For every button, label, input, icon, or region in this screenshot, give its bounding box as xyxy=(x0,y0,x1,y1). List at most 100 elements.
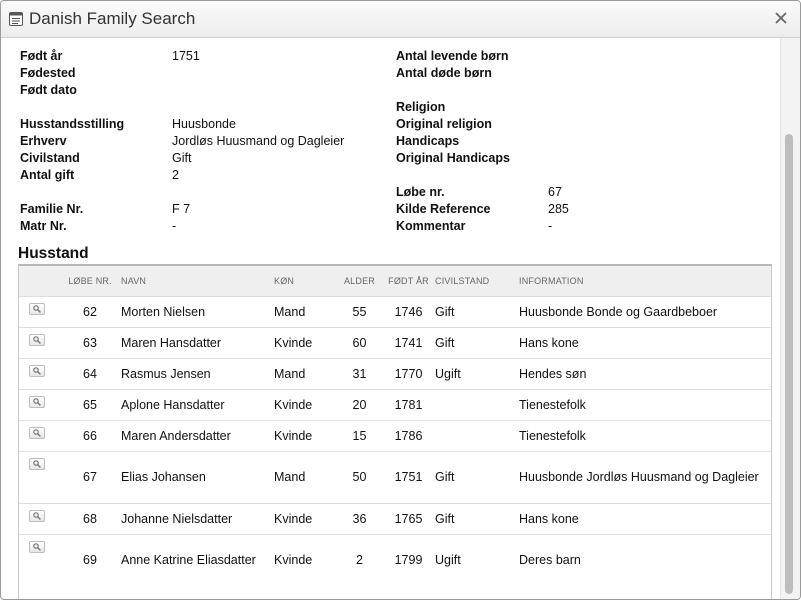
table-row[interactable]: 66 Maren Andersdatter Kvinde 15 1786 Tieneste… xyxy=(19,419,771,451)
view-details-button[interactable] xyxy=(29,540,45,553)
cell-information: Deres barn xyxy=(519,533,771,586)
cell-fodt-aar: 1799 xyxy=(382,533,435,586)
table-row[interactable]: 62 Morten Nielsen Mand 55 1746 Gift Huusbonde … xyxy=(19,295,771,327)
cell-kon: Kvinde xyxy=(274,326,337,358)
label-fodt-dato: Født dato xyxy=(20,83,77,97)
table-row[interactable]: 69 Anne Katrine Eliasdatter Kvinde 2 1799 Ugi… xyxy=(19,533,771,586)
view-details-button[interactable] xyxy=(29,302,45,315)
table-row[interactable]: 64 Rasmus Jensen Mand 31 1770 Ugift Hendes søn xyxy=(19,357,771,389)
cell-information: Huusbonde Jordløs Huusmand og Dagleier xyxy=(519,450,771,503)
scrollbar-thumb[interactable] xyxy=(785,134,793,594)
cell-lobe-nr: 68 xyxy=(59,502,121,534)
header-information[interactable]: INFORMATION xyxy=(519,266,771,296)
cell-fodt-aar: 1786 xyxy=(382,419,435,451)
label-lobe-nr: Løbe nr. xyxy=(396,185,445,199)
magnifier-icon xyxy=(33,511,41,520)
table-row[interactable]: 68 Johanne Nielsdatter Kvinde 36 1765 Gift Han… xyxy=(19,502,771,534)
cell-fodt-aar: 1770 xyxy=(382,357,435,389)
table-row[interactable]: 63 Maren Hansdatter Kvinde 60 1741 Gift Hans k… xyxy=(19,326,771,358)
value-fodt-aar: 1751 xyxy=(172,49,200,63)
label-kommentar: Kommentar xyxy=(396,219,466,233)
table-row[interactable]: 67 Elias Johansen Mand 50 1751 Gift Huusbonde … xyxy=(19,450,771,503)
cell-civilstand: Ugift xyxy=(435,533,519,586)
dialog-content: Født år 1751 Fødested Født dato Husstand… xyxy=(1,38,781,599)
row-action-cell xyxy=(19,419,59,451)
row-action-cell xyxy=(19,533,59,586)
label-handicaps: Handicaps xyxy=(396,134,460,148)
view-details-button[interactable] xyxy=(29,457,45,470)
row-action-cell xyxy=(19,450,59,503)
row-action-cell xyxy=(19,326,59,358)
row-action-cell xyxy=(19,295,59,327)
header-kon[interactable]: KØN xyxy=(274,266,337,296)
label-fodested: Fødested xyxy=(20,66,76,80)
header-alder[interactable]: ALDER xyxy=(337,266,382,296)
magnifier-icon xyxy=(33,459,41,468)
value-husstandsstilling: Huusbonde xyxy=(172,117,236,131)
household-table: LØBE NR. NAVN KØN ALDER FØDT ÅR CIVILSTA… xyxy=(19,266,771,586)
cell-information: Tienestefolk xyxy=(519,419,771,451)
close-icon xyxy=(775,12,787,24)
cell-information: Tienestefolk xyxy=(519,388,771,420)
cell-alder: 36 xyxy=(337,502,382,534)
table-row[interactable]: 65 Aplone Hansdatter Kvinde 20 1781 Tienestef… xyxy=(19,388,771,420)
label-kilde-reference: Kilde Reference xyxy=(396,202,491,216)
magnifier-icon xyxy=(33,397,41,406)
label-original-religion: Original religion xyxy=(396,117,492,131)
cell-navn: Rasmus Jensen xyxy=(121,357,274,389)
cell-information: Hans kone xyxy=(519,502,771,534)
cell-civilstand: Ugift xyxy=(435,357,519,389)
label-familie-nr: Familie Nr. xyxy=(20,202,84,216)
header-navn[interactable]: NAVN xyxy=(121,266,274,296)
label-religion: Religion xyxy=(396,100,446,114)
label-original-handicaps: Original Handicaps xyxy=(396,151,510,165)
table-header-row: LØBE NR. NAVN KØN ALDER FØDT ÅR CIVILSTA… xyxy=(19,266,771,296)
label-erhverv: Erhverv xyxy=(20,134,67,148)
view-details-button[interactable] xyxy=(29,426,45,439)
cell-navn: Aplone Hansdatter xyxy=(121,388,274,420)
cell-fodt-aar: 1746 xyxy=(382,295,435,327)
cell-navn: Maren Andersdatter xyxy=(121,419,274,451)
view-details-button[interactable] xyxy=(29,395,45,408)
label-civilstand: Civilstand xyxy=(20,151,80,165)
cell-civilstand: Gift xyxy=(435,502,519,534)
cell-navn: Maren Hansdatter xyxy=(121,326,274,358)
cell-fodt-aar: 1765 xyxy=(382,502,435,534)
value-matr-nr: - xyxy=(172,219,177,233)
label-antal-levende-born: Antal levende børn xyxy=(396,49,509,63)
value-erhverv: Jordløs Huusmand og Dagleier xyxy=(172,134,345,148)
magnifier-icon xyxy=(33,542,41,551)
view-details-button[interactable] xyxy=(29,333,45,346)
cell-lobe-nr: 66 xyxy=(59,419,121,451)
value-familie-nr: F 7 xyxy=(172,202,191,216)
cell-alder: 15 xyxy=(337,419,382,451)
cell-kon: Kvinde xyxy=(274,502,337,534)
cell-navn: Johanne Nielsdatter xyxy=(121,502,274,534)
cell-kon: Mand xyxy=(274,357,337,389)
title-bar[interactable]: Danish Family Search xyxy=(1,1,800,38)
cell-lobe-nr: 62 xyxy=(59,295,121,327)
header-fodt-aar[interactable]: FØDT ÅR xyxy=(382,266,435,296)
magnifier-icon xyxy=(33,335,41,344)
cell-kon: Kvinde xyxy=(274,533,337,586)
cell-civilstand: Gift xyxy=(435,295,519,327)
view-details-button[interactable] xyxy=(29,509,45,522)
cell-lobe-nr: 64 xyxy=(59,357,121,389)
cell-alder: 60 xyxy=(337,326,382,358)
cell-navn: Elias Johansen xyxy=(121,450,274,503)
vertical-scrollbar[interactable] xyxy=(780,38,800,599)
cell-navn: Anne Katrine Eliasdatter xyxy=(121,533,274,586)
cell-civilstand xyxy=(435,388,519,420)
cell-fodt-aar: 1781 xyxy=(382,388,435,420)
value-kommentar: - xyxy=(548,219,553,233)
label-husstandsstilling: Husstandsstilling xyxy=(20,117,125,131)
close-button[interactable] xyxy=(772,9,790,27)
view-details-button[interactable] xyxy=(29,364,45,377)
row-action-cell xyxy=(19,502,59,534)
cell-kon: Kvinde xyxy=(274,419,337,451)
header-lobe-nr[interactable]: LØBE NR. xyxy=(59,266,121,296)
cell-fodt-aar: 1751 xyxy=(382,450,435,503)
value-kilde-reference: 285 xyxy=(548,202,569,216)
header-civilstand[interactable]: CIVILSTAND xyxy=(435,266,519,296)
cell-alder: 2 xyxy=(337,533,382,586)
